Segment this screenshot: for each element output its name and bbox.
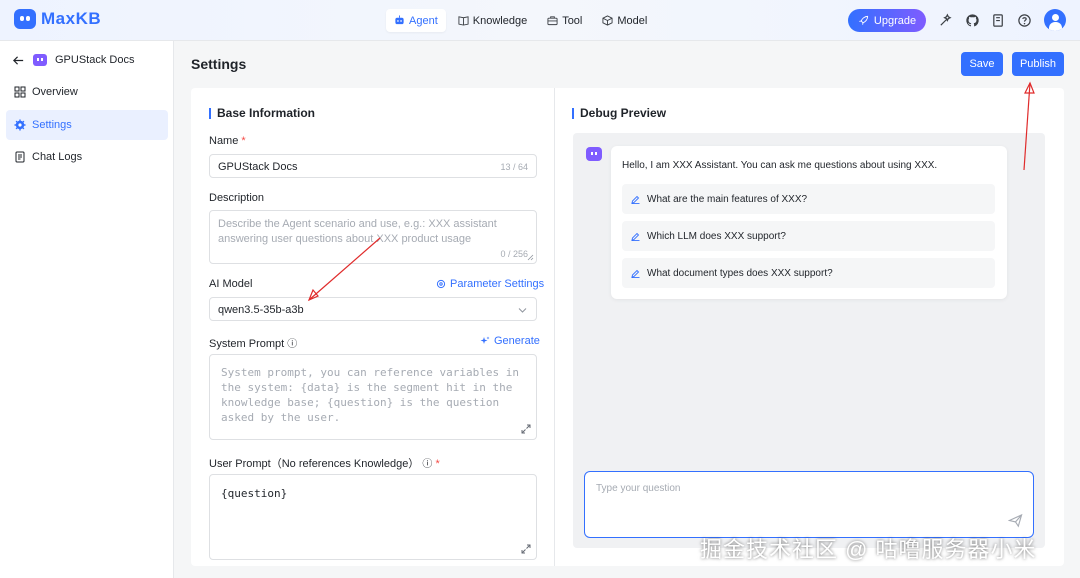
tab-knowledge[interactable]: Knowledge bbox=[450, 9, 535, 32]
sidebar-item-chat-logs[interactable]: Chat Logs bbox=[6, 142, 168, 172]
sidebar-item-overview[interactable]: Overview bbox=[6, 77, 168, 107]
name-counter: 13 / 64 bbox=[500, 162, 528, 172]
description-counter: 0 / 256 bbox=[500, 249, 528, 259]
user-avatar[interactable] bbox=[1044, 9, 1066, 31]
grid-icon bbox=[14, 86, 26, 98]
tab-model[interactable]: Model bbox=[594, 9, 655, 32]
book-icon bbox=[458, 16, 469, 26]
tab-agent[interactable]: Agent bbox=[386, 9, 446, 32]
description-field[interactable]: Describe the Agent scenario and use, e.g… bbox=[209, 210, 537, 264]
tab-label: Agent bbox=[409, 14, 438, 27]
app-logo[interactable]: MaxKB bbox=[14, 9, 101, 29]
ai-model-value: qwen3.5-35b-a3b bbox=[218, 304, 304, 316]
send-icon[interactable] bbox=[1008, 513, 1023, 528]
system-prompt-field[interactable]: System prompt, you can reference variabl… bbox=[209, 354, 537, 440]
help-icon[interactable] bbox=[1015, 11, 1033, 29]
system-prompt-placeholder: System prompt, you can reference variabl… bbox=[221, 366, 520, 424]
edit-icon bbox=[631, 195, 640, 204]
system-prompt-label: System Prompt ⓘ bbox=[209, 338, 298, 350]
ai-model-select[interactable]: qwen3.5-35b-a3b bbox=[209, 297, 537, 321]
github-icon[interactable] bbox=[963, 11, 981, 29]
question-placeholder: Type your question bbox=[596, 483, 681, 494]
upgrade-label: Upgrade bbox=[873, 14, 917, 27]
question-input[interactable]: Type your question bbox=[584, 471, 1034, 538]
main-nav: Agent Knowledge Tool Model bbox=[386, 9, 655, 32]
user-prompt-value: {question} bbox=[221, 487, 288, 500]
tab-label: Model bbox=[617, 14, 648, 27]
user-prompt-label: User Prompt（No references Knowledge） ⓘ * bbox=[209, 458, 440, 470]
app-icon bbox=[33, 54, 47, 66]
magic-wand-icon[interactable] bbox=[936, 11, 954, 29]
settings-icon bbox=[436, 279, 446, 289]
suggested-question[interactable]: What document types does XXX support? bbox=[622, 258, 995, 288]
resize-handle-icon[interactable] bbox=[527, 254, 534, 261]
parameter-settings-link[interactable]: Parameter Settings bbox=[436, 278, 544, 290]
cube-icon bbox=[602, 15, 613, 26]
sidebar-app-name: GPUStack Docs bbox=[55, 54, 135, 66]
top-bar: MaxKB Agent Knowledge Tool Model Upgrade bbox=[0, 0, 1080, 41]
document-icon[interactable] bbox=[989, 11, 1007, 29]
suggested-question[interactable]: What are the main features of XXX? bbox=[622, 184, 995, 214]
gear-icon bbox=[14, 119, 26, 131]
sidebar-item-label: Chat Logs bbox=[32, 151, 83, 163]
app-name: MaxKB bbox=[41, 9, 102, 28]
suggested-question[interactable]: Which LLM does XXX support? bbox=[622, 221, 995, 251]
publish-button[interactable]: Publish bbox=[1012, 52, 1064, 76]
toolbox-icon bbox=[547, 16, 558, 26]
greeting-text: Hello, I am XXX Assistant. You can ask m… bbox=[622, 160, 938, 171]
tab-label: Tool bbox=[562, 14, 583, 27]
sparkle-icon bbox=[480, 336, 490, 344]
upgrade-button[interactable]: Upgrade bbox=[848, 9, 926, 32]
robot-icon bbox=[395, 15, 404, 25]
chevron-down-icon bbox=[518, 308, 527, 313]
save-button[interactable]: Save bbox=[961, 52, 1003, 76]
back-to-app-button[interactable]: GPUStack Docs bbox=[12, 51, 134, 69]
base-info-title: Base Information bbox=[209, 106, 315, 120]
description-label: Description bbox=[209, 192, 265, 204]
tab-label: Knowledge bbox=[472, 14, 528, 27]
name-value: GPUStack Docs bbox=[218, 161, 298, 173]
edit-icon bbox=[631, 232, 640, 241]
sidebar-item-label: Settings bbox=[32, 119, 72, 131]
sidebar: GPUStack Docs Overview Settings Chat Log… bbox=[0, 41, 174, 578]
log-document-icon bbox=[15, 151, 25, 163]
sidebar-item-settings[interactable]: Settings bbox=[6, 110, 168, 140]
assistant-avatar-icon bbox=[586, 147, 602, 161]
tab-tool[interactable]: Tool bbox=[539, 9, 590, 32]
expand-icon[interactable] bbox=[521, 544, 531, 554]
sidebar-item-label: Overview bbox=[32, 86, 78, 98]
maxkb-logo-icon bbox=[14, 9, 36, 29]
ai-model-label: AI Model bbox=[209, 278, 253, 290]
rocket-icon bbox=[859, 15, 868, 25]
description-placeholder: Describe the Agent scenario and use, e.g… bbox=[218, 218, 497, 245]
name-label: Name * bbox=[209, 135, 246, 147]
page-title: Settings bbox=[191, 56, 247, 72]
expand-icon[interactable] bbox=[521, 424, 531, 434]
edit-icon bbox=[631, 269, 640, 278]
watermark: 掘金技术社区 @ 咕噜服务器小米 bbox=[700, 537, 1037, 562]
arrow-left-icon bbox=[13, 55, 24, 65]
name-field[interactable]: GPUStack Docs 13 / 64 bbox=[209, 154, 537, 178]
generate-link[interactable]: Generate bbox=[480, 335, 540, 347]
panel-divider bbox=[554, 88, 555, 566]
debug-preview-title: Debug Preview bbox=[572, 106, 666, 120]
user-prompt-field[interactable]: {question} bbox=[209, 474, 537, 560]
